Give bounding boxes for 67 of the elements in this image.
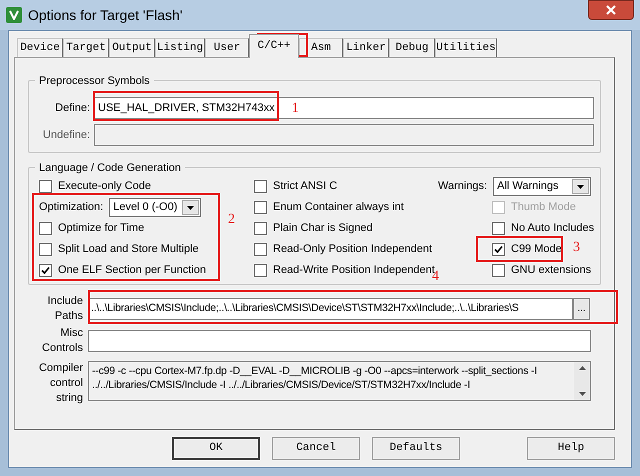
scrollbar[interactable] <box>574 362 590 400</box>
tab[interactable]: Utilities <box>435 38 497 57</box>
tab[interactable]: Linker <box>343 38 389 57</box>
field-label: Undefine: <box>42 128 90 143</box>
checkbox-label: Enum Container always int <box>273 200 404 216</box>
checkbox-label: Split Load and Store Multiple <box>58 242 199 258</box>
checkbox-label: Optimize for Time <box>58 221 144 236</box>
checkbox[interactable] <box>254 180 267 193</box>
checkbox-label: Strict ANSI C <box>273 179 338 194</box>
dropdown[interactable]: All Warnings <box>493 177 592 196</box>
window-title: Options for Target 'Flash' <box>28 6 182 25</box>
app-logo-icon <box>6 7 22 23</box>
include-paths-field[interactable]: ..\..\Libraries\CMSIS\Include;..\..\Libraries\CMSIS\Device\ST\STM32H7xx\Include;..\..\Libraries\S <box>88 298 573 320</box>
checkmark-icon <box>494 245 503 254</box>
tab[interactable]: Device <box>17 38 63 57</box>
scroll-down-icon[interactable] <box>578 392 586 396</box>
compiler-string-line: --c99 -c --cpu Cortex-M7.fp.dp -D__EVAL -D__MICROLIB -g -O0 --apcs=interwork --split_sections -I <box>92 364 538 378</box>
misc-controls-field[interactable] <box>88 330 591 352</box>
select-label: Optimization: <box>39 200 104 216</box>
dialog-button[interactable]: Help <box>527 436 615 460</box>
dialog-button[interactable]: Cancel <box>272 436 360 460</box>
checkbox[interactable] <box>39 243 52 256</box>
tab[interactable]: Listing <box>155 38 205 57</box>
checkbox-label: Thumb Mode <box>511 200 576 216</box>
checkbox-label: One ELF Section per Function <box>58 263 206 278</box>
dialog-button[interactable]: OK <box>172 436 260 460</box>
define-field[interactable]: USE_HAL_DRIVER, STM32H743xx 1 <box>94 97 594 119</box>
checkbox[interactable] <box>254 243 267 256</box>
checkbox-label: Read-Only Position Independent <box>273 242 432 258</box>
compiler-string-line: ../../Libraries/CMSIS/Include -I ../../Libraries/CMSIS/Device/ST/STM32H7xx/Include -I <box>92 378 472 392</box>
field-label: Compiler control string <box>38 361 83 406</box>
checkbox[interactable] <box>254 222 267 235</box>
tab[interactable]: User <box>205 38 249 57</box>
tab[interactable]: Output <box>109 38 155 57</box>
checkbox-label: Execute-only Code <box>58 179 151 194</box>
tab[interactable]: C/C++ <box>249 34 299 58</box>
tab[interactable]: Asm <box>299 38 343 57</box>
browse-button[interactable]: ... <box>573 298 590 320</box>
annotation-number: 3 <box>573 239 580 257</box>
close-button[interactable] <box>588 0 634 20</box>
annotation-number: 1 <box>292 100 299 118</box>
group-title: Preprocessor Symbols <box>35 73 154 90</box>
checkbox[interactable] <box>492 243 505 256</box>
field-label: Include Paths <box>46 294 83 324</box>
close-icon <box>606 5 616 15</box>
checkbox-label: C99 Mode <box>511 242 562 258</box>
checkbox[interactable] <box>254 201 267 214</box>
field-label: Define: <box>54 100 90 116</box>
field-label: Misc Controls <box>41 326 83 356</box>
checkbox[interactable] <box>254 264 267 277</box>
dialog-button[interactable]: Defaults <box>372 436 460 460</box>
checkbox[interactable] <box>492 264 505 277</box>
checkbox-label: Plain Char is Signed <box>273 221 373 236</box>
checkbox[interactable] <box>39 180 52 193</box>
group-title: Language / Code Generation <box>35 160 185 176</box>
checkbox-label: GNU extensions <box>511 263 592 278</box>
tab[interactable]: Debug <box>389 38 435 57</box>
checkbox-label: No Auto Includes <box>511 221 594 236</box>
dropdown[interactable]: Level 0 (-O0) <box>109 198 202 217</box>
checkbox[interactable] <box>39 264 52 277</box>
scroll-up-icon[interactable] <box>578 366 586 370</box>
tab[interactable]: Target <box>63 38 109 57</box>
checkbox[interactable] <box>492 222 505 235</box>
annotation-number: 2 <box>228 211 235 229</box>
checkbox[interactable] <box>39 222 52 235</box>
checkmark-icon <box>41 266 50 275</box>
select-label: Warnings: <box>438 179 488 194</box>
